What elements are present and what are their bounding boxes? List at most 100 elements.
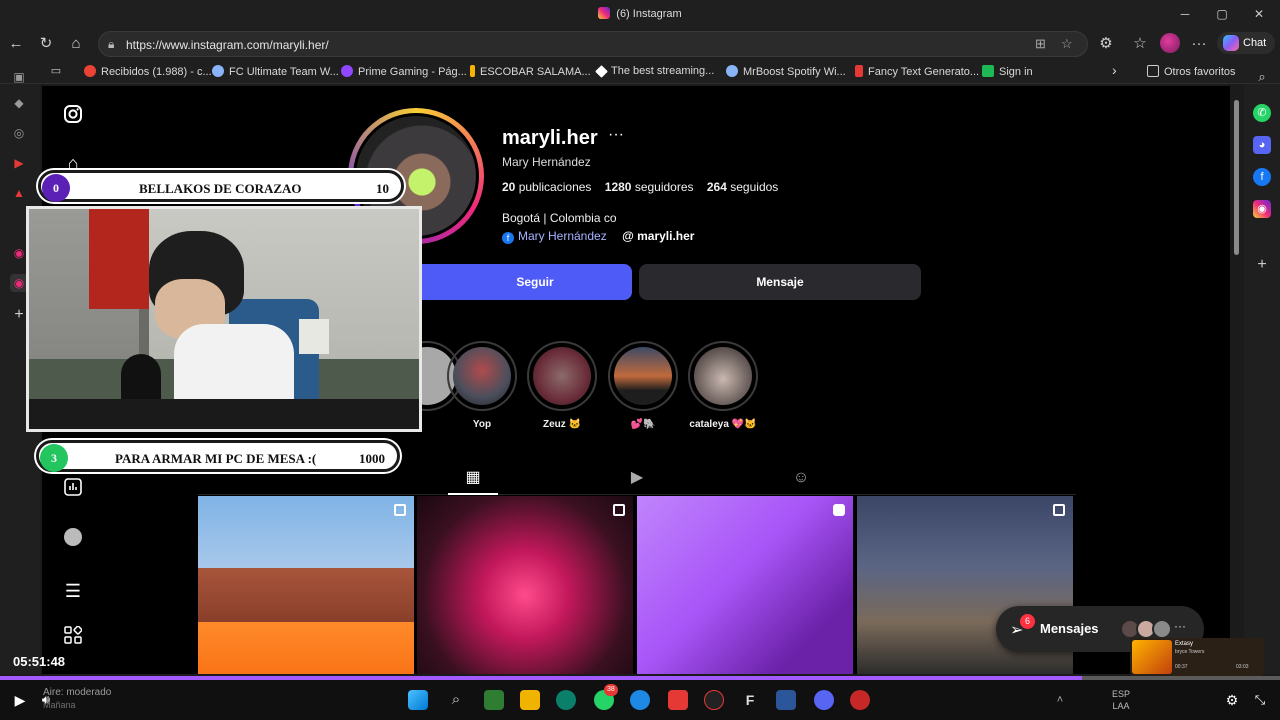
taskbar-app-icon[interactable]: F (740, 690, 760, 710)
page-scrollbar[interactable] (1232, 86, 1242, 674)
vertical-tab[interactable]: ◎ (10, 124, 28, 142)
tiktok-icon[interactable] (668, 690, 688, 710)
facebook-icon: f (502, 232, 514, 244)
taskbar-app-icon[interactable] (776, 690, 796, 710)
posts-grid-tab-icon[interactable]: ▦ (463, 468, 483, 488)
settings-gear-icon[interactable]: ⚙ (1222, 690, 1242, 710)
facebook-link[interactable]: f Mary Hernández (502, 229, 607, 244)
tabs-divider (198, 494, 1076, 495)
highlight-item[interactable]: 💕🐘 (608, 341, 678, 430)
taskbar-app-icon[interactable] (484, 690, 504, 710)
highlight-item[interactable]: Yop (447, 341, 517, 430)
extensions-icon[interactable]: ⚙ (1096, 34, 1116, 54)
youtube-tab-icon[interactable]: ▶ (10, 154, 28, 172)
youtube-icon[interactable] (850, 690, 870, 710)
messages-badge: 6 (1020, 614, 1035, 629)
bookmarks-overflow-chevron-icon[interactable]: › (1112, 62, 1117, 78)
messages-more-button[interactable]: ··· (1174, 619, 1186, 633)
more-menu-button[interactable]: ··· (1189, 34, 1209, 54)
goal-text: BELLAKOS DE CORAZAO (139, 181, 302, 196)
streamer-webcam (26, 206, 422, 432)
whatsapp-badge: 38 (604, 684, 618, 696)
highlight-cover (694, 347, 752, 405)
follow-button[interactable]: Seguir (398, 264, 632, 300)
favorites-icon[interactable]: ☆ (1130, 34, 1150, 54)
menu-icon[interactable]: ☰ (62, 580, 84, 602)
message-button[interactable]: Mensaje (639, 264, 921, 300)
followers-stat[interactable]: 1280 seguidores (605, 180, 694, 194)
close-button[interactable]: ✕ (1244, 4, 1274, 24)
vertical-tab[interactable]: ◆ (10, 94, 28, 112)
weather-text[interactable]: Aire: moderado (43, 687, 111, 698)
profile-options-button[interactable]: ··· (608, 126, 624, 144)
url-text[interactable]: https://www.instagram.com/maryli.her/ (126, 38, 329, 52)
post-thumbnail[interactable] (417, 496, 633, 674)
home-button[interactable]: ⌂ (66, 34, 86, 54)
profile-bio: Bogotá | Colombia co (502, 211, 617, 225)
goal-target: 1000 (359, 451, 385, 466)
app-available-icon[interactable]: ⊞ (1035, 36, 1046, 52)
bookmark-item[interactable]: Recibidos (1.988) - c... (84, 65, 212, 78)
following-stat[interactable]: 264 seguidos (707, 180, 778, 194)
dashboard-icon[interactable] (62, 478, 84, 500)
search-icon[interactable]: ⌕ (1253, 68, 1271, 86)
maximize-button[interactable]: ▢ (1207, 4, 1237, 24)
bookmark-item[interactable]: Sign in (982, 65, 1033, 78)
facebook-icon[interactable]: f (1253, 168, 1271, 186)
discord-icon[interactable]: ◕ (1253, 136, 1271, 154)
chrome-icon[interactable] (630, 690, 650, 710)
prime-gaming-icon (341, 65, 353, 77)
minimize-button[interactable]: ─ (1170, 4, 1200, 24)
post-thumbnail[interactable] (198, 496, 414, 674)
scrollbar-thumb[interactable] (1234, 100, 1239, 255)
whatsapp-icon[interactable]: ✆ (1253, 104, 1271, 122)
bookmark-item[interactable]: ESCOBAR SALAMA... (470, 65, 591, 78)
collections-icon[interactable]: ▭ (46, 61, 66, 81)
bookmarks-bar: ▭ Recibidos (1.988) - c... FC Ultimate T… (0, 60, 1280, 84)
instagram-icon[interactable]: ◉ (1253, 200, 1271, 218)
post-thumbnail[interactable] (637, 496, 853, 674)
favorite-star-icon[interactable]: ☆ (1061, 36, 1073, 52)
bookmark-item[interactable]: MrBoost Spotify Wi... (726, 65, 846, 78)
edge-icon[interactable] (556, 690, 576, 710)
discord-icon[interactable] (814, 690, 834, 710)
donation-goal-bar: 0 BELLAKOS DE CORAZAO 10 (38, 170, 404, 202)
reload-button[interactable]: ↻ (36, 34, 56, 54)
start-menu-icon[interactable] (408, 690, 428, 710)
signin-icon (982, 65, 994, 77)
play-icon[interactable]: ▶ (10, 690, 30, 710)
tray-chevron-icon[interactable]: ˄ (1050, 690, 1070, 710)
address-bar[interactable]: 🔒︎ https://www.instagram.com/maryli.her/… (98, 31, 1088, 57)
other-favorites-folder[interactable]: Otros favoritos (1147, 65, 1236, 78)
whatsapp-icon[interactable]: 38 (594, 684, 618, 710)
profile-stats: 20 publicaciones 1280 seguidores 264 seg… (502, 180, 788, 194)
copilot-chat-button[interactable]: Chat (1217, 32, 1275, 54)
bookmark-item[interactable]: FC Ultimate Team W... (212, 65, 339, 78)
tab-actions-icon[interactable]: ▣ (10, 68, 28, 86)
track-title: Extasy (1175, 641, 1194, 647)
threads-link[interactable]: @ maryli.her (622, 229, 694, 243)
bookmark-item[interactable]: Prime Gaming - Pág... (341, 65, 467, 78)
highlight-item[interactable]: Zeuz 🐱 (527, 341, 597, 430)
back-button[interactable]: ← (6, 34, 26, 54)
more-apps-icon[interactable] (62, 625, 84, 648)
vertical-tab[interactable]: ▲ (10, 184, 28, 202)
add-sidebar-app-plus-icon[interactable]: + (1253, 256, 1271, 274)
carousel-icon (1053, 504, 1065, 516)
browser-toolbar: ← ↻ ⌂ 🔒︎ https://www.instagram.com/maryl… (0, 28, 1280, 60)
bookmark-item[interactable]: Fancy Text Generato... (855, 65, 979, 78)
profile-avatar-nav[interactable] (62, 526, 84, 548)
bookmark-item[interactable]: The best streaming... (595, 65, 714, 78)
reels-tab-icon[interactable]: ▶ (627, 468, 647, 488)
highlight-item[interactable]: cataleya 💖🐱 (688, 341, 758, 430)
instagram-logo-icon[interactable] (62, 104, 84, 126)
avatar (1152, 619, 1172, 639)
language-indicator[interactable]: ESP LAA (1112, 688, 1130, 712)
tagged-tab-icon[interactable]: ☺ (791, 468, 811, 488)
search-icon[interactable]: ⌕ (446, 690, 466, 710)
taskbar-app-icon[interactable] (704, 690, 724, 710)
now-playing-widget[interactable]: Extasy bryce Towers 00:37 03:03 (1130, 638, 1264, 676)
file-explorer-icon[interactable] (520, 690, 540, 710)
profile-avatar[interactable] (1160, 33, 1180, 53)
exit-fullscreen-icon[interactable]: ⤡ (1250, 690, 1270, 710)
